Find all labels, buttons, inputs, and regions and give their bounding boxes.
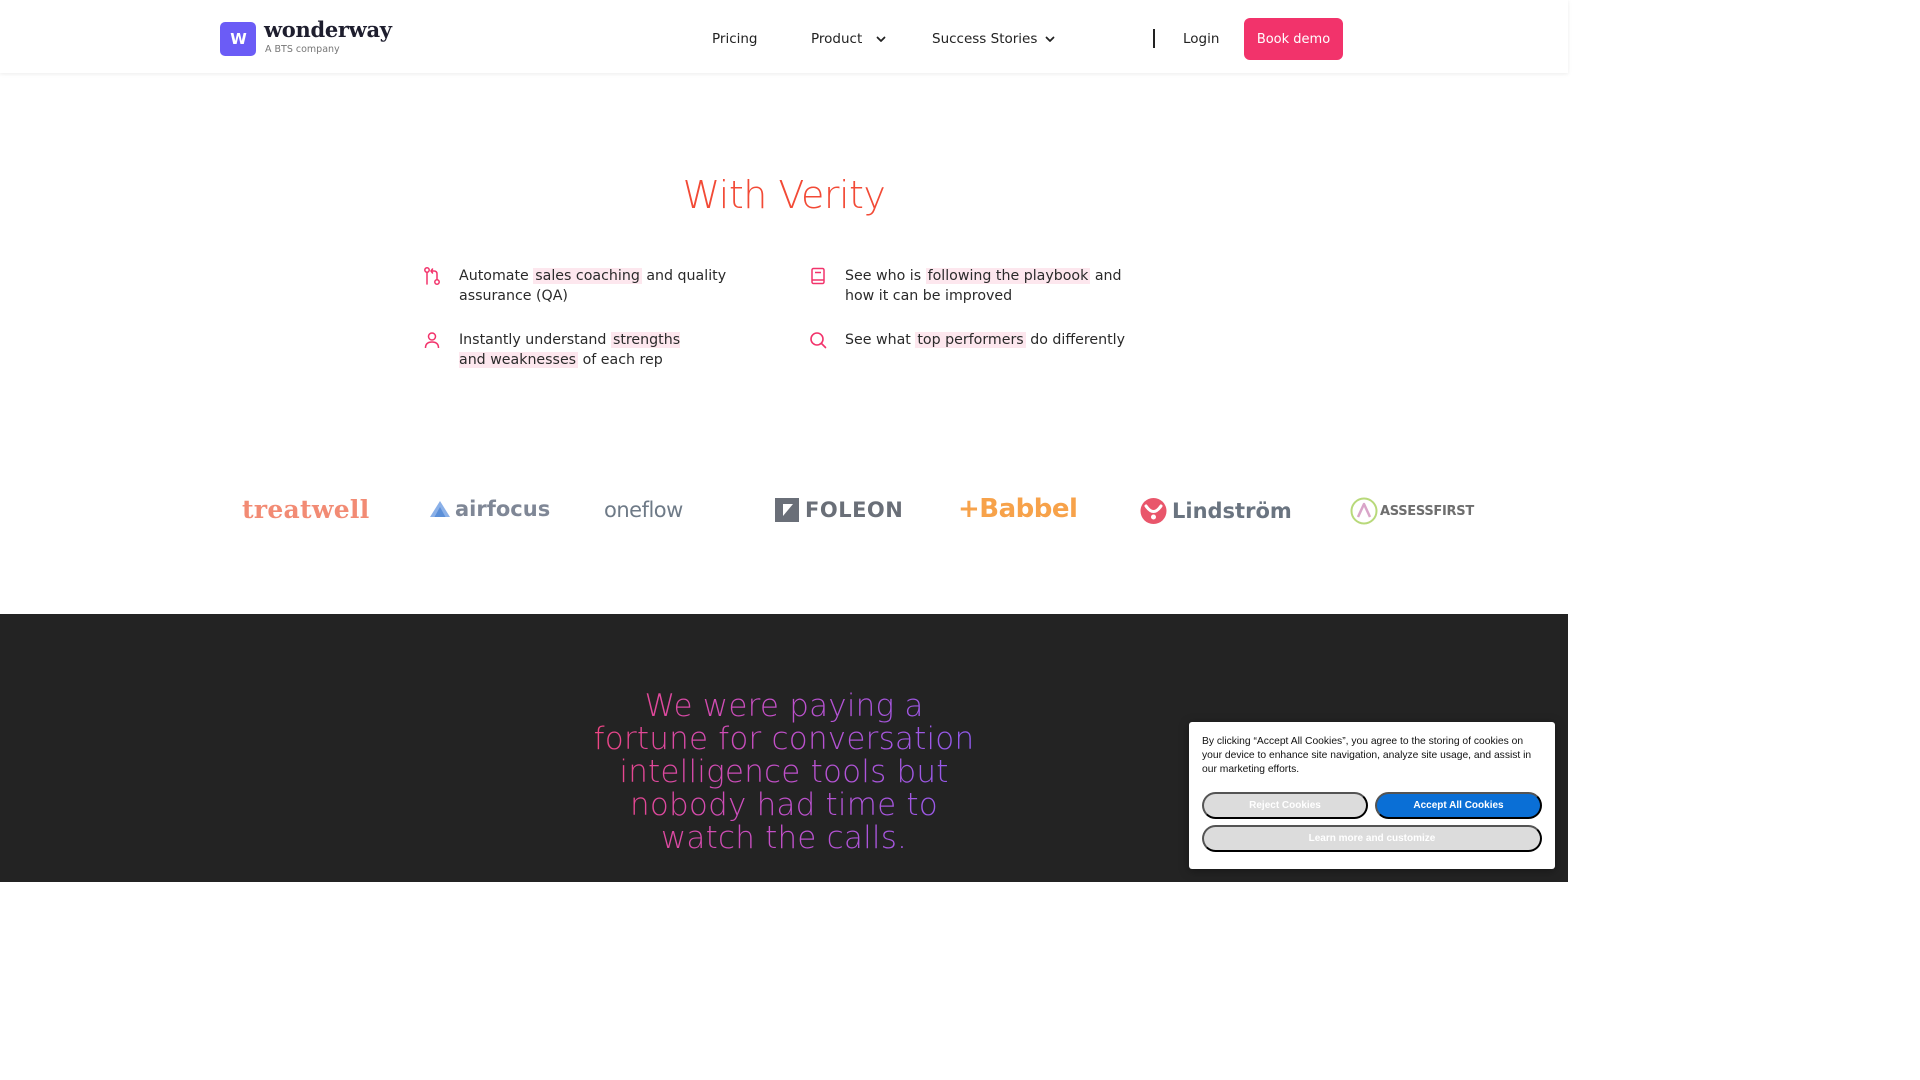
lindstrom-logo: Lindström (1140, 497, 1292, 525)
learn-more-customize-button[interactable]: Learn more and customize (1202, 825, 1542, 852)
site-header: W wonderway A BTS company Pricing Produc… (0, 0, 1568, 73)
nav-login[interactable]: Login (1183, 31, 1219, 47)
section-title: With Verity (682, 173, 886, 217)
feature-text: of each rep (578, 352, 663, 368)
feature-text: do differently (1025, 332, 1126, 348)
nav-pricing[interactable]: Pricing (712, 31, 758, 47)
lindstrom-mark-icon (1140, 498, 1167, 524)
feature-text: Instantly understand (459, 332, 611, 348)
chevron-down-icon[interactable] (875, 33, 887, 45)
cookie-banner: By clicking “Accept All Cookies”, you ag… (1189, 722, 1555, 869)
feature-text: Automate (459, 268, 534, 284)
user-icon (424, 332, 440, 349)
assessfirst-logo: ASSESSFIRST (1350, 497, 1474, 525)
assessfirst-mark-icon (1350, 497, 1378, 525)
brand-tagline: A BTS company (265, 44, 340, 55)
book-icon (811, 267, 825, 285)
feature-highlight: top performers (915, 332, 1026, 348)
feature-strengths: Instantly understand strengths and weakn… (459, 330, 709, 370)
git-pull-icon (424, 267, 440, 285)
brand-name[interactable]: wonderway (264, 17, 392, 42)
foleon-wordmark: FOLEON (805, 498, 904, 522)
lindstrom-wordmark: Lindström (1172, 499, 1292, 523)
assessfirst-wordmark: ASSESSFIRST (1380, 503, 1474, 519)
nav-product[interactable]: Product (811, 31, 862, 47)
foleon-logo: FOLEON (775, 498, 903, 522)
nav-divider (1153, 29, 1155, 48)
book-demo-button[interactable]: Book demo (1244, 18, 1343, 60)
airfocus-mark-icon (430, 501, 450, 517)
treatwell-logo: treatwell (242, 495, 370, 524)
feature-automate-coaching: Automate sales coaching and quality assu… (459, 266, 759, 306)
search-icon (810, 332, 827, 349)
feature-top-performers: See what top performers do differently (845, 330, 1165, 350)
oneflow-logo: oneflow (604, 498, 683, 522)
testimonial-quote: We were paying a fortune for conversatio… (584, 690, 984, 855)
feature-highlight: following the playbook (925, 268, 1091, 284)
cookie-consent-text: By clicking “Accept All Cookies”, you ag… (1202, 736, 1532, 775)
feature-text: See who is (845, 268, 926, 284)
feature-playbook: See who is following the playbook and ho… (845, 266, 1145, 306)
airfocus-wordmark: airfocus (455, 497, 551, 521)
airfocus-logo: airfocus (428, 497, 550, 521)
foleon-mark-icon (775, 498, 799, 522)
reject-cookies-button[interactable]: Reject Cookies (1202, 792, 1368, 819)
chevron-down-icon[interactable] (1044, 33, 1056, 45)
accept-all-cookies-button[interactable]: Accept All Cookies (1375, 792, 1542, 819)
nav-success-stories[interactable]: Success Stories (932, 31, 1037, 47)
feature-text: See what (845, 332, 916, 348)
feature-highlight: sales coaching (533, 268, 642, 284)
babbel-logo: +Babbel (958, 494, 1078, 524)
wonderway-logo-mark[interactable]: W (220, 22, 256, 56)
